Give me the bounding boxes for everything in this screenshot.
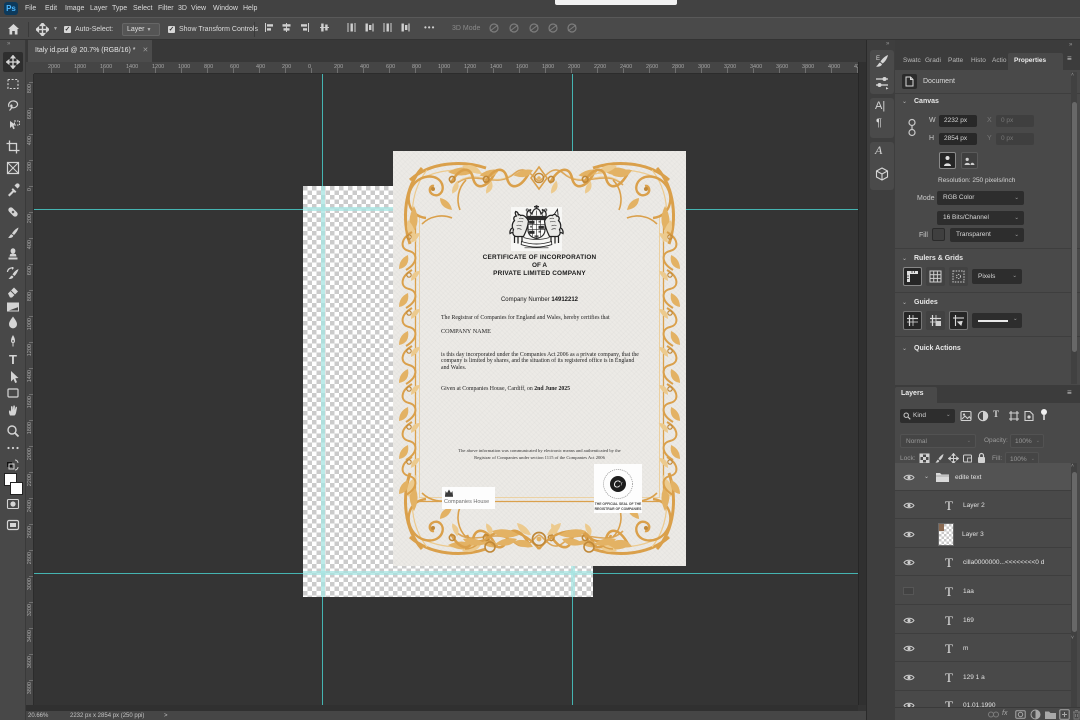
- svg-text:T: T: [9, 352, 17, 366]
- svg-text:E: E: [876, 56, 880, 62]
